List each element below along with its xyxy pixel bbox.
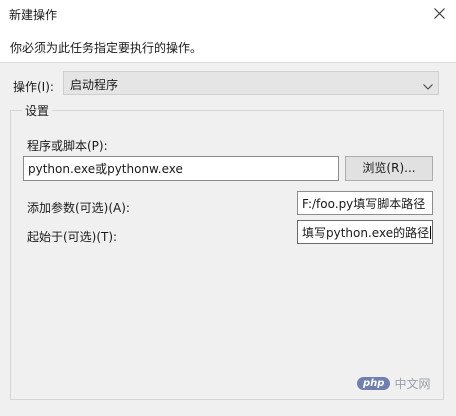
start-in-input[interactable]: 填写python.exe的路径 [297,220,433,244]
program-input[interactable]: python.exe或pythonw.exe [23,156,339,181]
close-icon [433,7,445,19]
program-input-value: python.exe或pythonw.exe [28,162,183,176]
watermark-text: 中文网 [394,376,431,391]
window-title: 新建操作 [9,8,58,22]
watermark: php 中文网 [357,373,430,393]
start-in-input-value: 填写python.exe的路径 [302,226,430,240]
title-bar: 新建操作 [0,0,456,26]
action-label: 操作(I): [13,80,54,94]
action-dropdown-value: 启动程序 [70,78,119,92]
arguments-label: 添加参数(可选)(A): [27,201,130,215]
php-logo: php [357,376,391,390]
settings-legend: 设置 [22,102,53,119]
arguments-input-value: F:/foo.py填写脚本路径 [302,197,426,211]
action-dropdown[interactable]: 启动程序 [63,71,439,95]
browse-button[interactable]: 浏览(R)... [345,156,433,181]
text-caret [430,226,432,239]
arguments-input[interactable]: F:/foo.py填写脚本路径 [297,191,433,215]
instruction-band: 你必须为此任务指定要执行的操作。 [0,26,456,63]
instruction-text: 你必须为此任务指定要执行的操作。 [10,41,203,55]
program-label: 程序或脚本(P): [27,139,108,153]
start-in-label: 起始于(可选)(T): [27,230,118,244]
chevron-down-icon [423,79,433,93]
close-button[interactable] [422,0,456,26]
